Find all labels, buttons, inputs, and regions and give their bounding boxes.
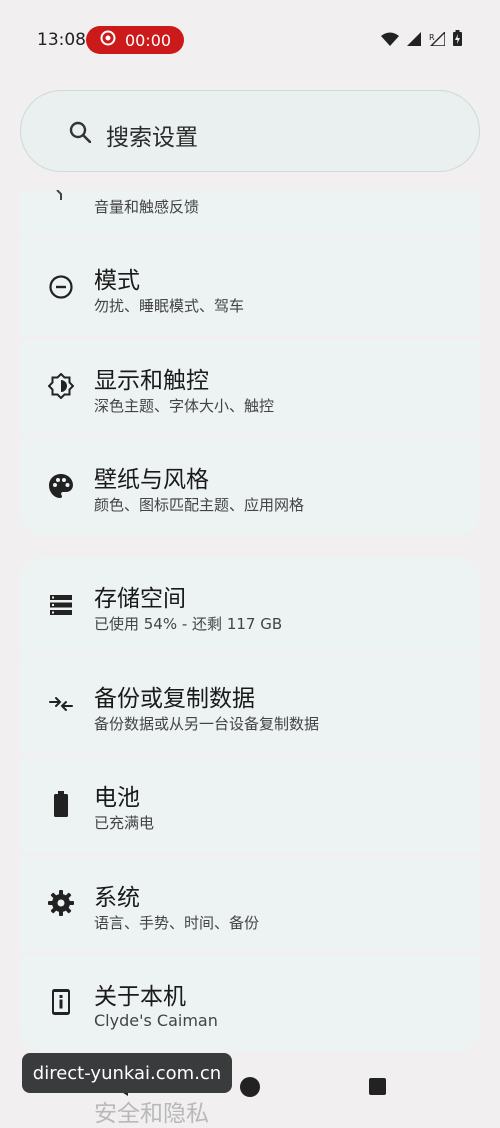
brightness-icon bbox=[48, 373, 74, 399]
backup-icon bbox=[48, 691, 74, 717]
settings-item-title: 显示和触控 bbox=[94, 368, 209, 394]
search-placeholder: 搜索设置 bbox=[106, 125, 198, 151]
status-time: 13:08 bbox=[37, 30, 86, 50]
settings-item-storage[interactable]: 存储空间 已使用 54% - 还剩 117 GB bbox=[20, 557, 480, 654]
record-icon bbox=[99, 29, 117, 51]
svg-text:R: R bbox=[429, 33, 435, 42]
settings-item-modes[interactable]: 模式 勿扰、睡眠模式、驾车 bbox=[20, 239, 480, 336]
search-bar[interactable]: 搜索设置 bbox=[20, 90, 480, 172]
settings-item-battery[interactable]: 电池 已充满电 bbox=[20, 756, 480, 853]
battery-status-icon bbox=[453, 30, 462, 50]
screen-recording-indicator[interactable]: 00:00 bbox=[86, 26, 184, 54]
settings-item-wallpaper[interactable]: 壁纸与风格 颜色、图标匹配主题、应用网格 bbox=[20, 438, 480, 535]
do-not-disturb-icon bbox=[48, 274, 74, 300]
settings-item-subtitle: 深色主题、字体大小、触控 bbox=[94, 397, 275, 415]
url-toast: direct-yunkai.com.cn bbox=[22, 1053, 232, 1093]
battery-icon bbox=[48, 791, 74, 817]
settings-item-subtitle: Clyde's Caiman bbox=[94, 1011, 218, 1030]
settings-item-system[interactable]: 系统 语言、手势、时间、备份 bbox=[20, 856, 480, 952]
settings-item-subtitle: 勿扰、睡眠模式、驾车 bbox=[94, 297, 245, 315]
gear-icon bbox=[48, 890, 74, 916]
wifi-icon bbox=[381, 31, 399, 50]
settings-item-title: 关于本机 bbox=[94, 984, 186, 1010]
settings-item-title: 存储空间 bbox=[94, 586, 186, 612]
settings-item-about[interactable]: 关于本机 Clyde's Caiman bbox=[20, 955, 480, 1051]
storage-icon bbox=[48, 592, 74, 618]
settings-item-subtitle: 已使用 54% - 还剩 117 GB bbox=[94, 615, 283, 633]
settings-item-title: 壁纸与风格 bbox=[94, 467, 209, 493]
recording-timer: 00:00 bbox=[124, 30, 172, 50]
phone-info-icon bbox=[48, 989, 74, 1015]
settings-item-title: 备份或复制数据 bbox=[94, 686, 255, 712]
settings-item-title: 模式 bbox=[94, 268, 140, 294]
home-button[interactable] bbox=[240, 1077, 260, 1097]
status-bar: 13:08 00:00 R bbox=[0, 0, 500, 80]
settings-item-backup[interactable]: 备份或复制数据 备份数据或从另一台设备复制数据 bbox=[20, 657, 480, 753]
palette-icon bbox=[48, 473, 74, 499]
settings-item-subtitle: 已充满电 bbox=[94, 814, 155, 832]
status-icons: R bbox=[381, 29, 462, 50]
recents-button[interactable] bbox=[369, 1078, 386, 1095]
settings-item-subtitle: 颜色、图标匹配主题、应用网格 bbox=[94, 496, 305, 514]
settings-item-subtitle: 备份数据或从另一台设备复制数据 bbox=[94, 715, 320, 733]
settings-item-subtitle: 音量和触感反馈 bbox=[94, 198, 200, 216]
settings-item-sound[interactable]: 音量和触感反馈 bbox=[20, 190, 480, 237]
settings-item-security-peek: 安全和隐私 bbox=[94, 1101, 209, 1127]
settings-item-display[interactable]: 显示和触控 深色主题、字体大小、触控 bbox=[20, 339, 480, 435]
roaming-signal-icon: R bbox=[429, 29, 446, 50]
volume-icon bbox=[48, 184, 74, 210]
settings-item-title: 电池 bbox=[94, 785, 140, 811]
settings-item-title: 系统 bbox=[94, 885, 140, 911]
search-icon bbox=[69, 121, 92, 147]
cell-signal-icon bbox=[407, 31, 421, 50]
settings-item-subtitle: 语言、手势、时间、备份 bbox=[94, 914, 260, 932]
